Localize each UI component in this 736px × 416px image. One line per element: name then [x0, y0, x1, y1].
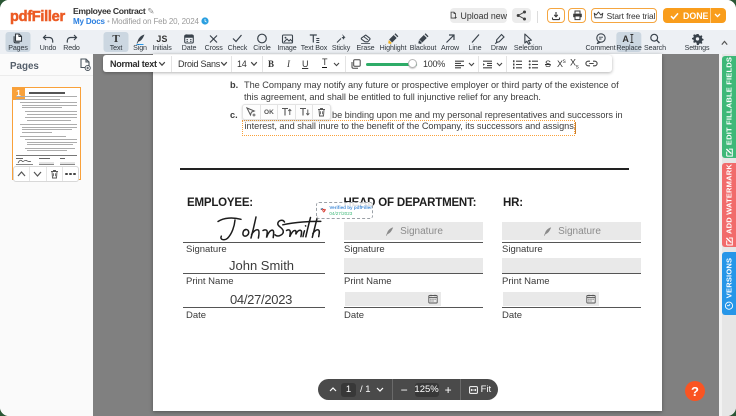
svg-text:A: A	[622, 34, 629, 44]
